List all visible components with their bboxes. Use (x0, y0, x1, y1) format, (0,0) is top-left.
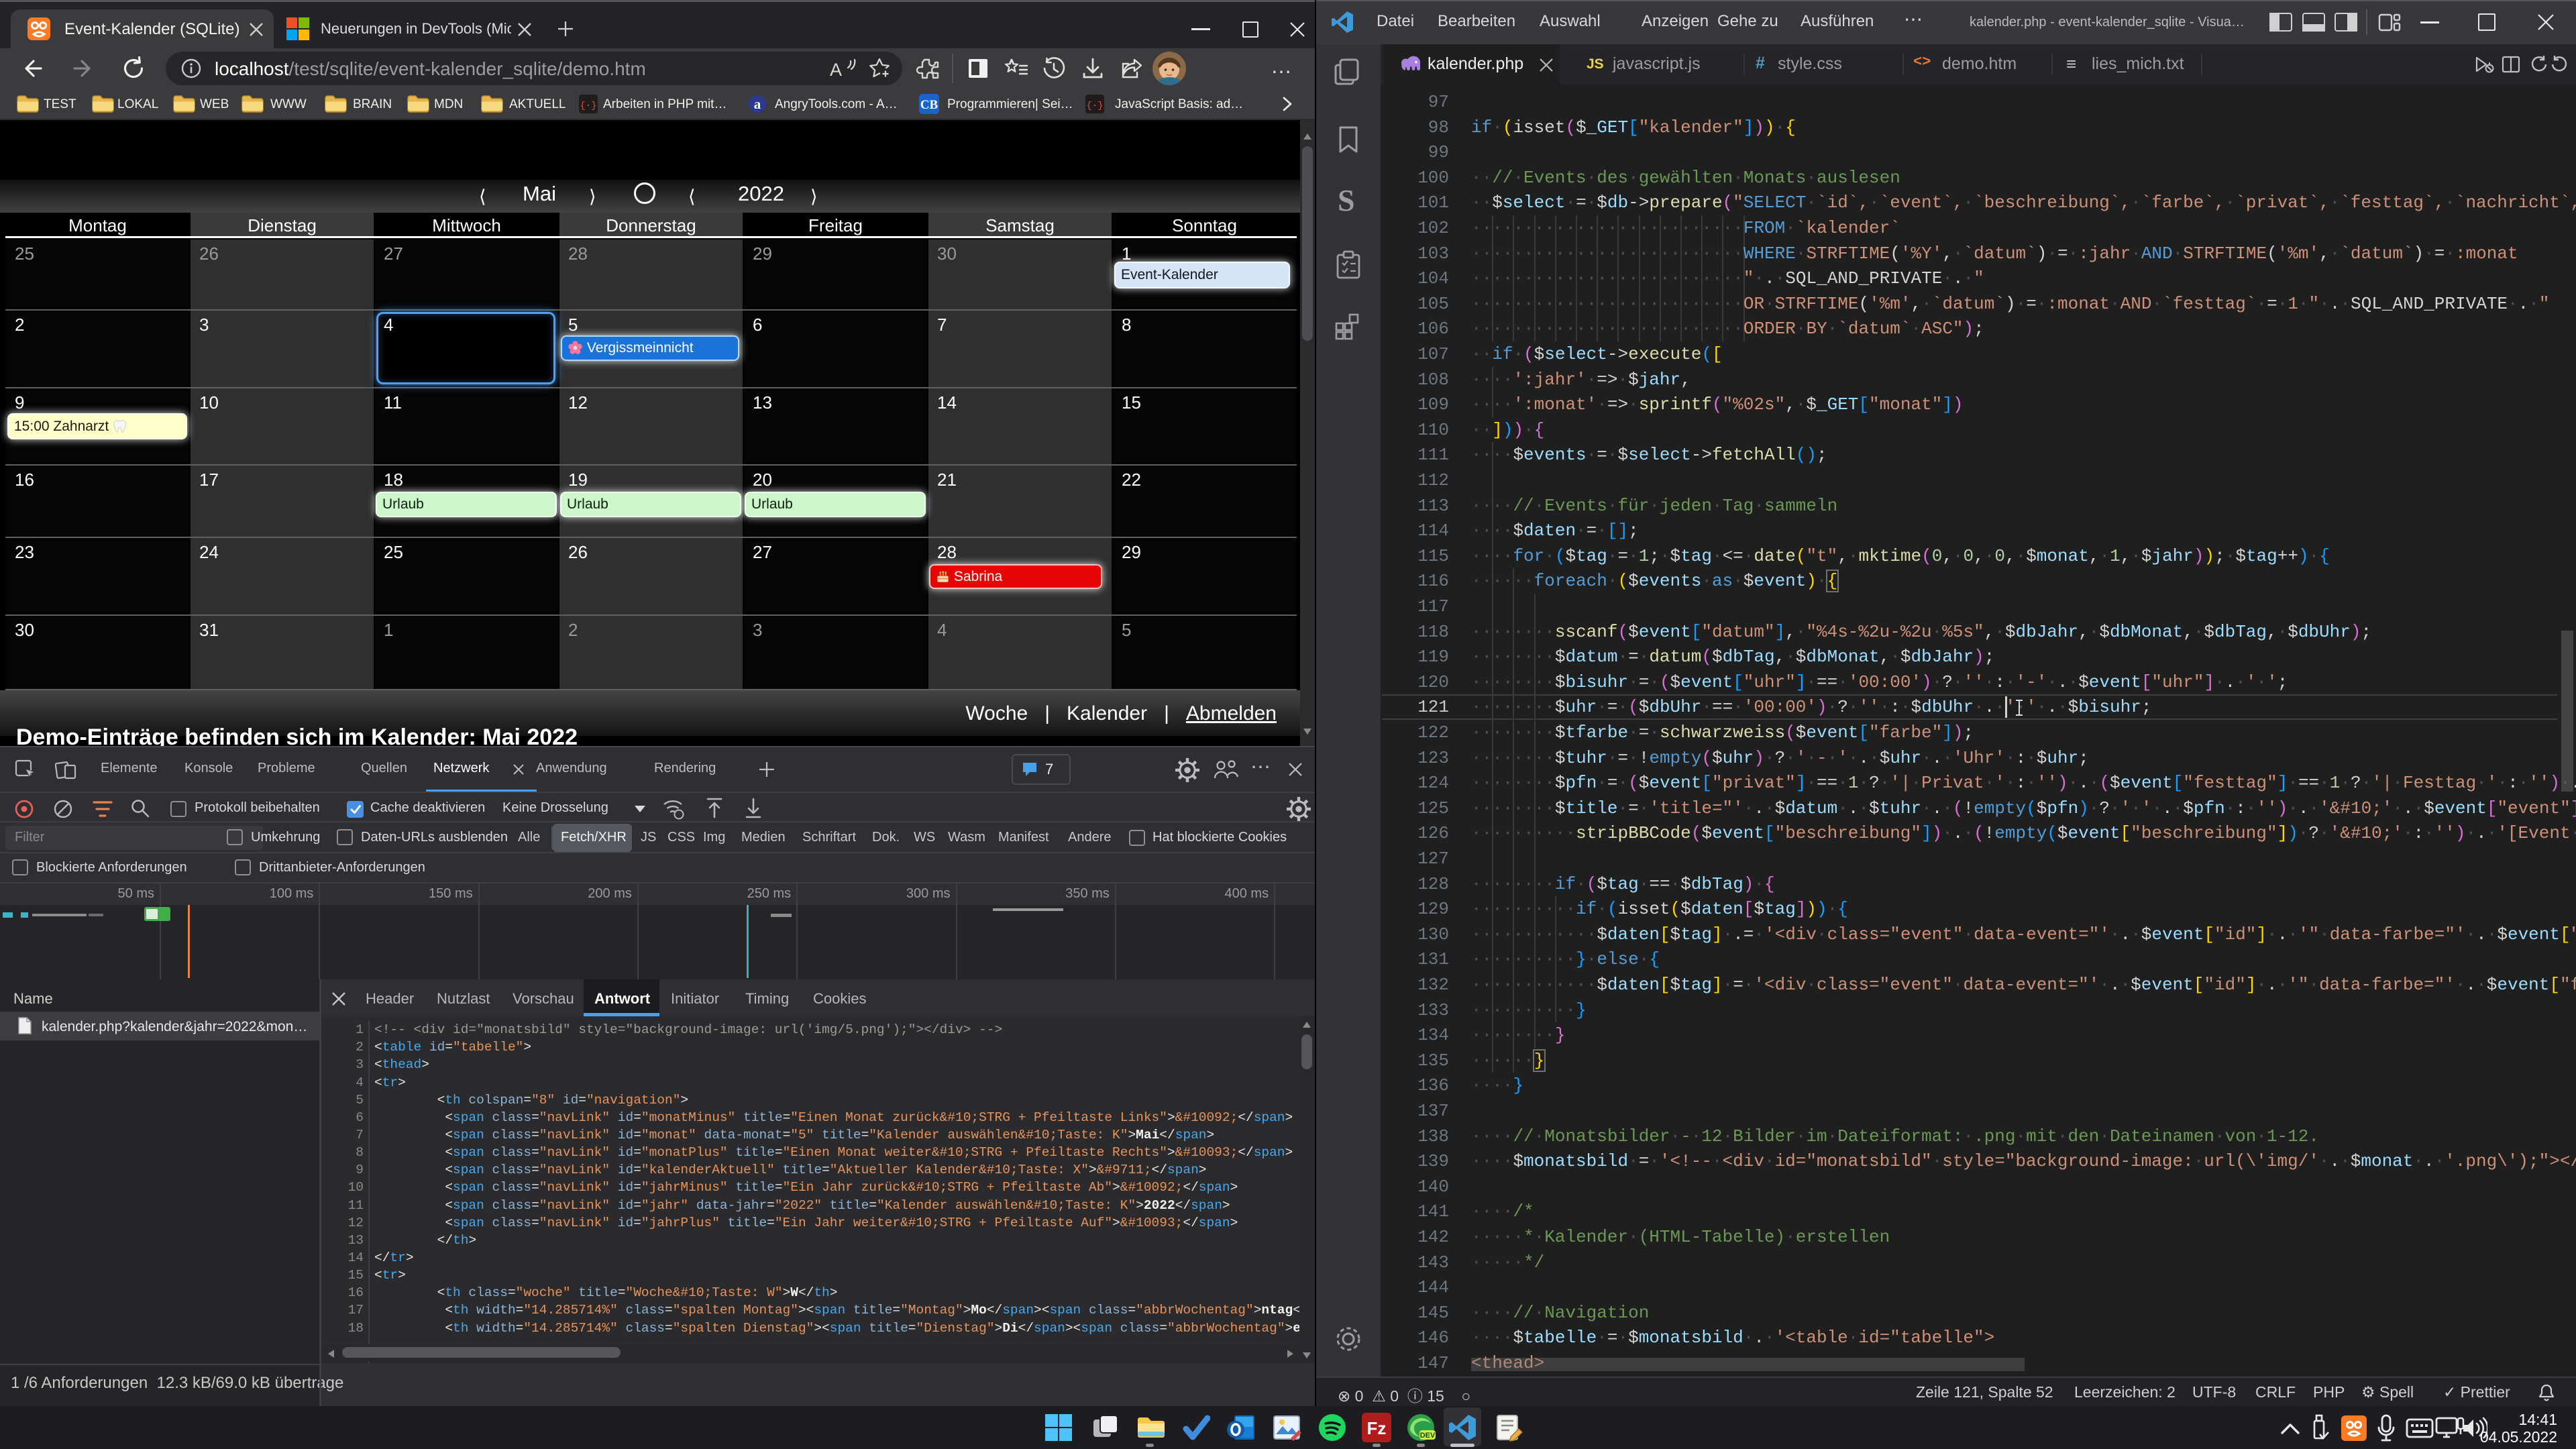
svg-text:Fz: Fz (1367, 1418, 1387, 1438)
svg-text:a: a (754, 96, 761, 112)
svg-text:{·}: {·} (1086, 101, 1103, 111)
svg-text:DEV: DEV (1420, 1432, 1436, 1440)
svg-text:CB: CB (920, 98, 938, 112)
svg-text:{·}: {·} (580, 101, 596, 111)
